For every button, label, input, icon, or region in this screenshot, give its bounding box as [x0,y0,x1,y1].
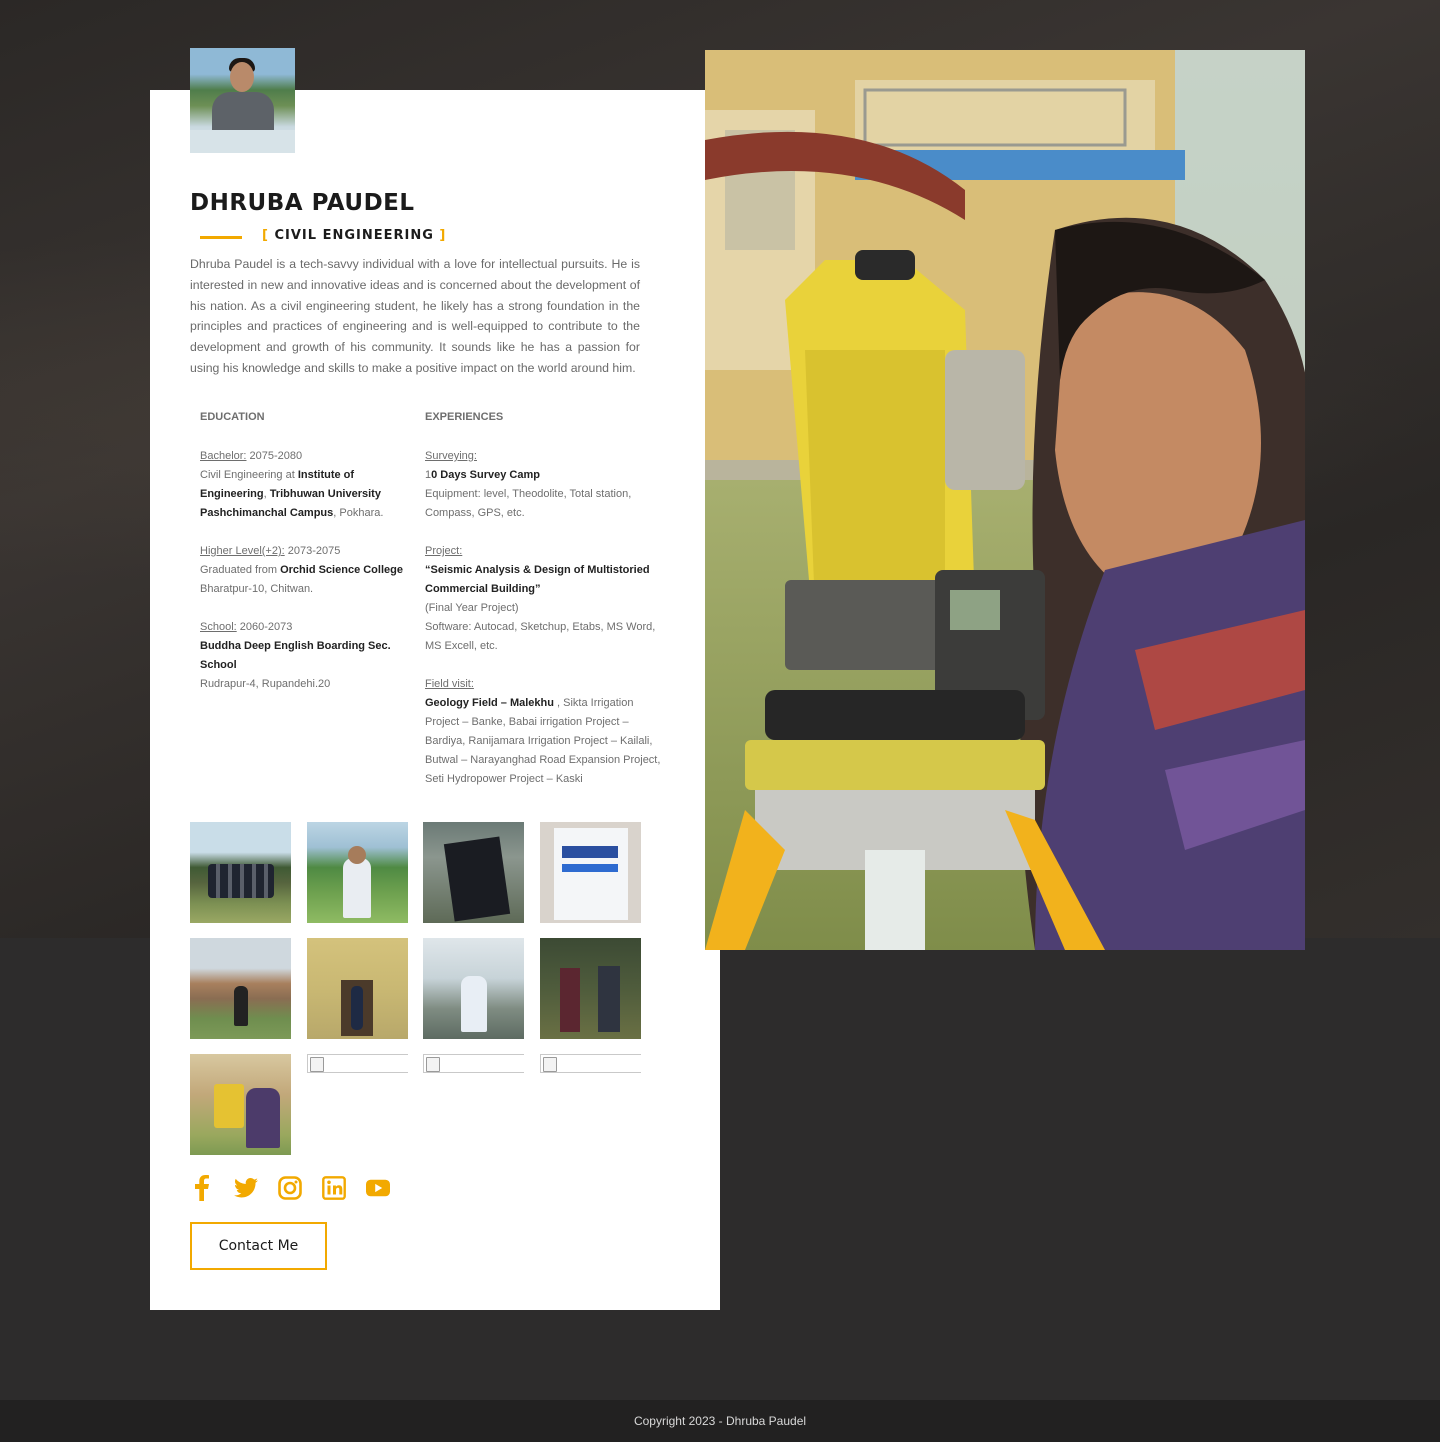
profile-bio: Dhruba Paudel is a tech-savvy individual… [190,257,640,375]
copyright-text: Copyright 2023 - Dhruba Paudel [633,1414,807,1428]
twitter-icon[interactable] [234,1174,258,1202]
profile-avatar [190,48,295,153]
linkedin-icon[interactable] [322,1174,346,1202]
experience-field-visit: Field visit: Geology Field – Malekhu , S… [425,678,661,785]
education-column: EDUCATION Bachelor: 2075-2080 Civil Engi… [200,408,405,713]
subtitle-accent-line [200,236,242,239]
hero-photo [705,50,1305,950]
contact-me-button[interactable]: Contact Me [190,1222,327,1270]
education-school: School: 2060-2073 Buddha Deep English Bo… [200,621,391,690]
gallery-image-broken[interactable] [423,1054,524,1073]
gallery-image-broken[interactable] [539,1054,641,1073]
gallery-image[interactable] [306,938,408,1039]
gallery-image[interactable] [539,822,641,923]
profile-name: DHRUBA PAUDEL [190,190,415,216]
experience-surveying: Surveying: 10 Days Survey Camp Equipment… [425,450,632,519]
youtube-icon[interactable] [366,1174,390,1202]
social-links [190,1174,390,1202]
gallery-image[interactable] [423,822,524,923]
profile-subtitle: [ CIVIL ENGINEERING ] [262,228,447,243]
instagram-icon[interactable] [278,1174,302,1202]
site-footer: Copyright 2023 - Dhruba Paudel [0,1400,1440,1442]
experiences-heading: EXPERIENCES [425,411,504,423]
education-heading: EDUCATION [200,411,265,423]
photo-gallery [190,822,641,1155]
facebook-icon[interactable] [190,1174,214,1202]
gallery-image[interactable] [190,1054,291,1155]
gallery-image[interactable] [423,938,524,1039]
experiences-column: EXPERIENCES Surveying: 10 Days Survey Ca… [425,408,665,808]
experience-project: Project: “Seismic Analysis & Design of M… [425,545,656,652]
education-bachelor: Bachelor: 2075-2080 Civil Engineering at… [200,450,384,519]
gallery-image[interactable] [539,938,641,1039]
gallery-image[interactable] [306,822,408,923]
gallery-image-broken[interactable] [306,1054,408,1073]
gallery-image[interactable] [190,938,291,1039]
education-higher: Higher Level(+2): 2073-2075 Graduated fr… [200,545,403,595]
gallery-image[interactable] [190,822,291,923]
